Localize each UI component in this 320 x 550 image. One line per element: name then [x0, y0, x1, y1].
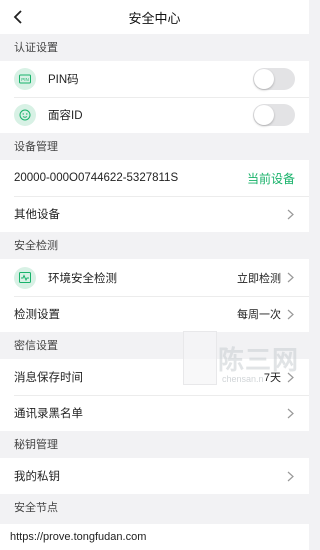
pin-toggle[interactable]	[253, 68, 295, 90]
other-devices-row[interactable]: 其他设备	[0, 196, 309, 232]
check-frequency-value: 每周一次	[237, 309, 281, 321]
section-title-device: 设备管理	[0, 133, 309, 160]
env-check-label: 环境安全检测	[48, 272, 117, 285]
chevron-right-icon	[285, 272, 295, 284]
chevron-right-icon	[285, 407, 295, 419]
private-key-label: 我的私钥	[14, 471, 60, 483]
check-group: 环境安全检测 立即检测 检测设置 每周一次	[0, 259, 309, 332]
check-settings-label: 检测设置	[14, 309, 60, 321]
face-id-row: 面容ID	[0, 97, 309, 133]
chevron-right-icon	[285, 308, 295, 320]
face-id-label: 面容ID	[48, 110, 83, 122]
status-url: https://prove.tongfudan.com	[0, 524, 309, 550]
key-group: 我的私钥	[0, 458, 309, 494]
watermark-domain: chensan.n	[222, 374, 264, 384]
device-group: 20000-000O0744622-5327811S 当前设备 其他设备	[0, 160, 309, 232]
section-title-check: 安全检测	[0, 232, 309, 259]
section-title-node: 安全节点	[0, 494, 309, 521]
current-device-tag: 当前设备	[246, 171, 295, 186]
pin-icon: PIN	[14, 68, 36, 90]
blacklist-row[interactable]: 通讯录黑名单	[0, 395, 309, 431]
check-now-link[interactable]: 立即检测	[237, 270, 281, 286]
blacklist-label: 通讯录黑名单	[14, 408, 83, 420]
watermark-logo	[183, 331, 217, 385]
pin-row: PIN PIN码	[0, 61, 309, 97]
watermark-text: 陈三网	[218, 345, 300, 375]
section-title-auth: 认证设置	[0, 34, 309, 61]
nav-bar: 安全中心	[0, 0, 309, 34]
back-button[interactable]	[8, 6, 28, 28]
env-check-row[interactable]: 环境安全检测 立即检测	[0, 259, 309, 296]
auth-group: PIN PIN码 面容ID	[0, 61, 309, 133]
other-devices-label: 其他设备	[14, 209, 60, 221]
chevron-right-icon	[285, 470, 295, 482]
chevron-right-icon	[285, 208, 295, 220]
face-id-toggle[interactable]	[253, 104, 295, 126]
env-check-icon	[14, 266, 36, 289]
page-title: 安全中心	[128, 10, 181, 26]
chevron-left-icon	[13, 10, 22, 24]
device-id: 20000-000O0744622-5327811S	[14, 172, 179, 184]
face-id-icon	[14, 104, 36, 126]
check-settings-row[interactable]: 检测设置 每周一次	[0, 296, 309, 332]
private-key-row[interactable]: 我的私钥	[0, 458, 309, 494]
svg-text:PIN: PIN	[21, 77, 29, 82]
section-title-key: 秘钥管理	[0, 431, 309, 458]
current-device-row: 20000-000O0744622-5327811S 当前设备	[0, 160, 309, 196]
pin-label: PIN码	[48, 74, 79, 86]
